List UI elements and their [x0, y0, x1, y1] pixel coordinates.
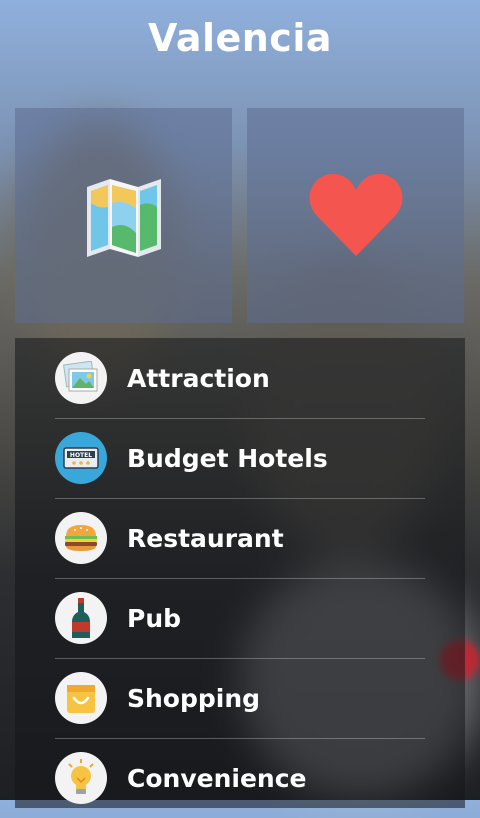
map-tile[interactable] — [15, 108, 232, 323]
lightbulb-icon — [55, 752, 107, 804]
menu-item-convenience[interactable]: Convenience — [55, 738, 425, 818]
menu-item-pub[interactable]: Pub — [55, 578, 425, 659]
page-title: Valencia — [147, 16, 333, 60]
hotel-sign-icon: HOTEL — [55, 432, 107, 484]
wine-bottle-icon — [55, 592, 107, 644]
burger-icon — [55, 512, 107, 564]
svg-text:HOTEL: HOTEL — [70, 452, 92, 459]
photo-icon — [55, 352, 107, 404]
menu-item-budget-hotels[interactable]: HOTEL Budget Hotels — [55, 418, 425, 499]
menu-item-label: Budget Hotels — [127, 443, 328, 473]
menu-item-restaurant[interactable]: Restaurant — [55, 498, 425, 579]
shopping-bag-icon — [55, 672, 107, 724]
heart-icon — [309, 173, 402, 256]
menu-item-label: Restaurant — [127, 523, 284, 553]
menu-item-attraction[interactable]: Attraction — [55, 338, 425, 419]
menu-item-label: Shopping — [127, 683, 261, 713]
favorites-tile[interactable] — [247, 108, 464, 323]
map-icon — [86, 178, 161, 257]
menu-item-label: Attraction — [127, 363, 270, 393]
menu-item-label: Convenience — [127, 763, 307, 793]
menu-item-label: Pub — [127, 603, 182, 633]
category-menu: Attraction HOTEL Budget Hotels Restauran… — [15, 338, 465, 808]
menu-item-shopping[interactable]: Shopping — [55, 658, 425, 739]
